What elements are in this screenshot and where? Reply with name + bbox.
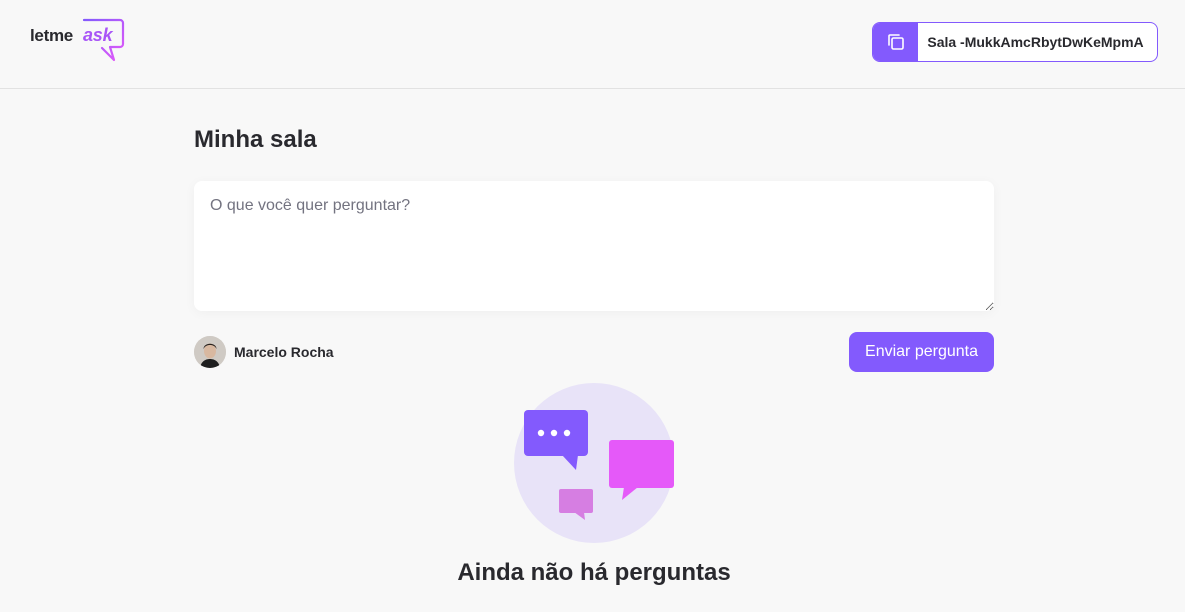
user-name: Marcelo Rocha (234, 344, 334, 360)
question-textarea[interactable] (194, 181, 994, 311)
user-info: Marcelo Rocha (194, 336, 334, 368)
logo-text-letme: letme (30, 26, 73, 45)
empty-questions-illustration-icon (514, 383, 674, 543)
room-code-label: Sala -MukkAmcRbytDwKeMpmA (927, 34, 1144, 50)
question-form: Marcelo Rocha Enviar pergunta (194, 154, 994, 372)
app-header: letme ask Sala -MukkAmcRbytDwKeMpmA (0, 0, 1185, 89)
copy-icon (887, 34, 904, 50)
room-code-button[interactable]: Sala -MukkAmcRbytDwKeMpmA (872, 22, 1158, 62)
form-footer: Marcelo Rocha Enviar pergunta (194, 332, 994, 372)
avatar (194, 336, 226, 368)
empty-state-title: Ainda não há perguntas (457, 559, 731, 586)
logo-text-ask: ask (83, 25, 113, 45)
letmeask-logo[interactable]: letme ask (30, 18, 126, 64)
user-avatar-icon (194, 336, 226, 368)
empty-questions-state: Ainda não há perguntas (194, 383, 994, 587)
page-title: Minha sala (194, 126, 317, 153)
copy-icon-box (873, 23, 918, 61)
room-main: Minha sala Marcelo Rocha Enviar pergunta (194, 89, 994, 586)
send-question-button[interactable]: Enviar pergunta (849, 332, 994, 372)
